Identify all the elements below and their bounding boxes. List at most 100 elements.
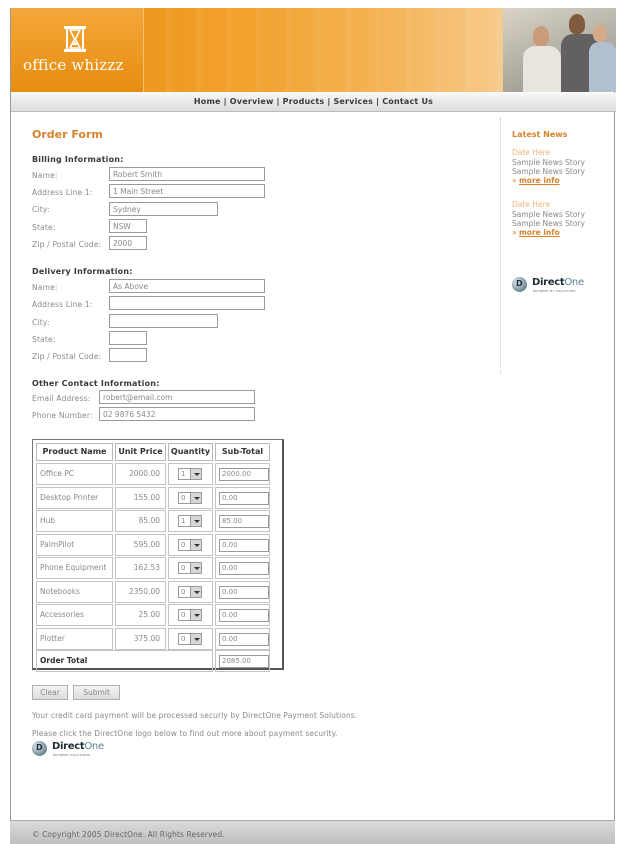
subtotal-cell: 0.00 xyxy=(215,533,270,556)
subtotal-field[interactable]: 0.00 xyxy=(219,538,269,552)
payment-note: Your credit card payment will be process… xyxy=(32,711,358,720)
sidebar-divider xyxy=(500,118,501,374)
quantity-select[interactable]: 1 xyxy=(178,468,202,480)
news-story: Sample News Story xyxy=(512,219,585,228)
quantity-select[interactable]: 0 xyxy=(178,538,202,551)
unit-price-cell: 162.53 xyxy=(115,557,166,579)
dropdown-arrow-icon[interactable] xyxy=(190,563,201,573)
order-total-field[interactable]: 2085.00 xyxy=(219,655,269,668)
subtotal-field[interactable]: 0.00 xyxy=(219,632,269,646)
billing-state-field[interactable]: NSW xyxy=(109,219,147,233)
quantity-value: 0 xyxy=(181,587,186,596)
submit-button[interactable]: Submit xyxy=(73,685,120,700)
subtotal-field[interactable]: 0.00 xyxy=(219,562,269,575)
more-info-link[interactable]: more info xyxy=(519,176,560,185)
billing-address-field[interactable]: 1 Main Street xyxy=(109,184,265,198)
billing-name-field[interactable]: Robert Smith xyxy=(109,167,265,181)
nav-contact-us[interactable]: Contact Us xyxy=(382,97,433,106)
billing-zip-field[interactable]: 2000 xyxy=(109,236,147,250)
main-nav: Home | Overview | Products | Services | Contact … xyxy=(11,97,616,106)
directone-name-part1: Direct xyxy=(52,741,85,752)
dropdown-arrow-icon[interactable] xyxy=(190,469,201,479)
quantity-value: 0 xyxy=(181,493,186,502)
subtotal-cell: 0.00 xyxy=(215,580,270,603)
clear-button[interactable]: Clear xyxy=(32,685,68,700)
dropdown-arrow-icon[interactable] xyxy=(190,610,201,620)
dropdown-arrow-icon[interactable] xyxy=(190,539,201,550)
product-name-cell: Accessories xyxy=(36,604,113,626)
nav-services[interactable]: Services xyxy=(333,97,373,106)
delivery-zip-label: Zip / Postal Code: xyxy=(32,352,102,361)
dropdown-arrow-icon[interactable] xyxy=(190,492,201,503)
news-story: Sample News Story xyxy=(512,167,585,176)
directone-name-part1: Direct xyxy=(532,277,565,288)
phone-field[interactable]: 02 9876 5432 xyxy=(99,407,255,421)
product-name-cell: Office PC xyxy=(36,463,113,485)
unit-price-cell: 595.00 xyxy=(115,533,166,556)
quantity-value: 0 xyxy=(181,611,186,619)
billing-city-field[interactable]: Sydney xyxy=(109,202,218,216)
dropdown-arrow-icon[interactable] xyxy=(190,516,201,526)
delivery-state-field[interactable] xyxy=(109,331,147,345)
quantity-select[interactable]: 0 xyxy=(178,632,202,645)
page-title: Order Form xyxy=(32,128,103,141)
quantity-value: 0 xyxy=(181,564,186,572)
email-field[interactable]: robert@email.com xyxy=(99,390,255,404)
subtotal-field[interactable]: 2000.00 xyxy=(219,468,269,481)
delivery-section-title: Delivery Information: xyxy=(32,267,133,276)
quantity-cell: 0 xyxy=(168,580,213,603)
dropdown-arrow-icon[interactable] xyxy=(190,633,201,644)
photo-person-head xyxy=(569,14,585,34)
col-header-price: Unit Price xyxy=(115,443,166,461)
quantity-cell: 1 xyxy=(168,510,213,532)
news-story: Sample News Story xyxy=(512,158,585,167)
photo-person-body xyxy=(523,46,561,92)
quantity-cell: 0 xyxy=(168,627,213,650)
billing-section-title: Billing Information: xyxy=(32,155,124,164)
subtotal-field[interactable]: 0.00 xyxy=(219,585,269,599)
col-header-product: Product Name xyxy=(36,443,113,461)
delivery-address-field[interactable] xyxy=(109,296,265,310)
unit-price-cell: 155.00 xyxy=(115,486,166,509)
subtotal-field[interactable]: 85.00 xyxy=(219,515,269,528)
billing-name-label: Name: xyxy=(32,171,58,180)
quantity-select[interactable]: 0 xyxy=(178,562,202,574)
unit-price-cell: 85.00 xyxy=(115,510,166,532)
subtotal-field[interactable]: 0.00 xyxy=(219,609,269,622)
directone-logo-main[interactable]: D DirectOne PAYMENT SOLUTIONS xyxy=(32,741,122,759)
quantity-value: 1 xyxy=(181,470,186,478)
product-name-cell: Desktop Printer xyxy=(36,486,113,509)
directone-name-part2: One xyxy=(564,277,584,288)
news-more-link[interactable]: » more info xyxy=(512,176,560,185)
order-total-label: Order Total xyxy=(36,650,213,672)
nav-home[interactable]: Home xyxy=(194,97,221,106)
news-more-link[interactable]: » more info xyxy=(512,228,560,237)
quantity-cell: 0 xyxy=(168,604,213,626)
logo[interactable]: office whizzz xyxy=(11,8,144,92)
subtotal-cell: 0.00 xyxy=(215,604,270,626)
header-photo xyxy=(503,8,616,92)
page: office whizzz Home | Overview | Products | Ser… xyxy=(0,0,617,844)
quantity-select[interactable]: 0 xyxy=(178,585,202,598)
quantity-cell: 1 xyxy=(168,463,213,485)
photo-person-head xyxy=(533,26,549,46)
directone-tagline: PAYMENT SOLUTIONS xyxy=(53,753,91,757)
footer: © Copyright 2005 DirectOne. All Rights R… xyxy=(10,820,615,844)
nav-separator: | xyxy=(223,97,227,106)
quantity-select[interactable]: 0 xyxy=(178,491,202,504)
subtotal-field[interactable]: 0.00 xyxy=(219,491,269,505)
news-story: Sample News Story xyxy=(512,210,585,219)
delivery-city-field[interactable] xyxy=(109,314,218,328)
more-info-link[interactable]: more info xyxy=(519,228,560,237)
dropdown-arrow-icon[interactable] xyxy=(190,586,201,597)
directone-name-part2: One xyxy=(84,741,104,752)
delivery-name-field[interactable]: As Above xyxy=(109,279,265,293)
nav-products[interactable]: Products xyxy=(283,97,325,106)
delivery-city-label: City: xyxy=(32,318,50,327)
quantity-select[interactable]: 1 xyxy=(178,515,202,527)
delivery-zip-field[interactable] xyxy=(109,348,147,362)
nav-overview[interactable]: Overview xyxy=(230,97,274,106)
directone-logo-sidebar[interactable]: D DirectOne PAYMENT BY SOLUTIONS xyxy=(512,277,602,295)
quantity-select[interactable]: 0 xyxy=(178,609,202,621)
quantity-value: 1 xyxy=(181,517,186,525)
